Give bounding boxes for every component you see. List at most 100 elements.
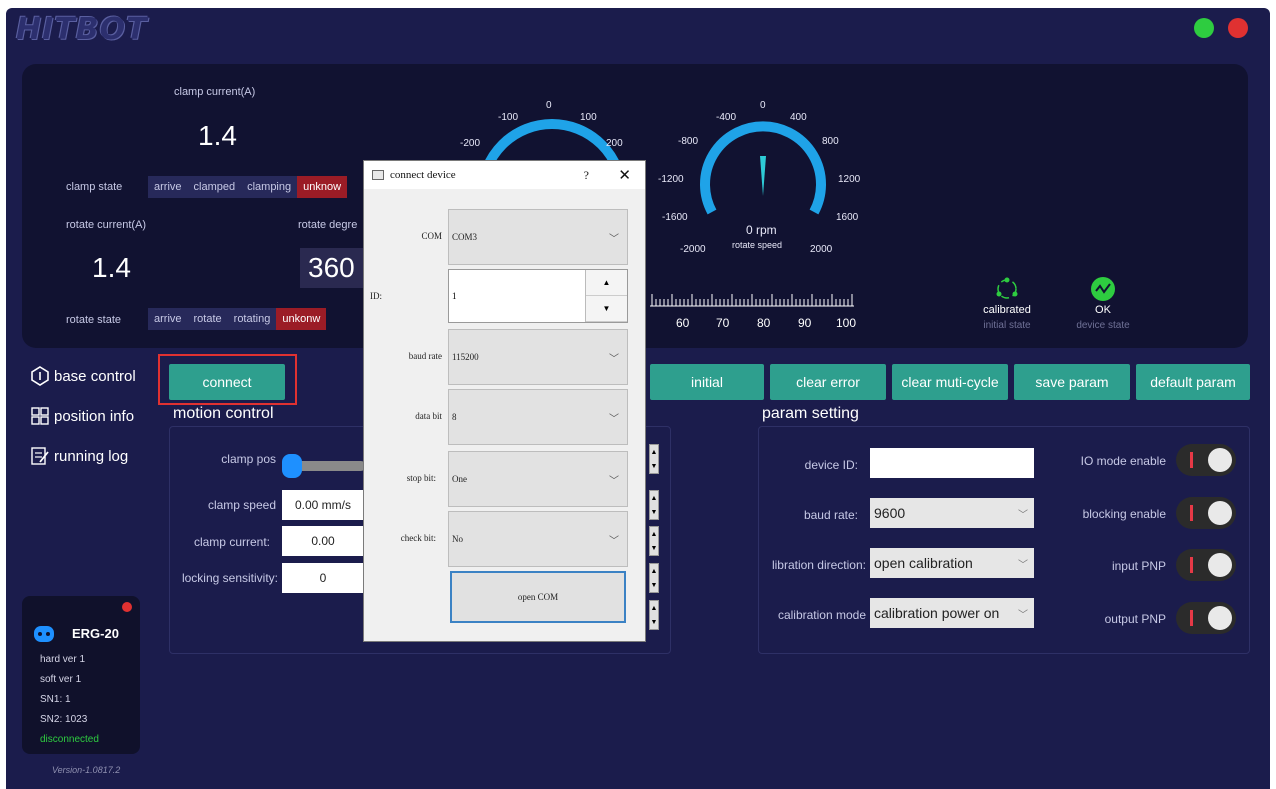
gauge2-tick-800: 800 (822, 136, 839, 147)
output-pnp-toggle[interactable] (1176, 602, 1236, 634)
calibration-mode-label: calibration mode (777, 608, 866, 622)
baud-rate-value: 9600 (874, 505, 906, 521)
default-param-button[interactable]: default param (1136, 364, 1250, 400)
check-bit-value: No (452, 534, 463, 544)
rotate-current-value: 1.4 (92, 252, 131, 283)
scale-tick-70: 70 (716, 316, 730, 330)
device-name: ERG-20 (72, 626, 119, 641)
baud-rate-select[interactable]: 9600 ﹀ (870, 498, 1034, 528)
clamp-speed-spinner[interactable]: ▲ ▼ (649, 490, 659, 520)
spin-down-icon[interactable]: ▼ (586, 296, 627, 322)
io-mode-label: IO mode enable (1080, 454, 1166, 468)
locking-sensitivity-spinner[interactable]: ▲ ▼ (649, 563, 659, 593)
io-mode-toggle[interactable] (1176, 444, 1236, 476)
device-id-label: device ID: (804, 458, 858, 472)
calibrated-icon (996, 277, 1018, 299)
clamp-current-spinner[interactable]: ▲ ▼ (649, 526, 659, 556)
gauge1-tick-neg100: -100 (498, 112, 518, 123)
rotate-speed-label: rotate speed (732, 240, 782, 250)
gauge2-tick-neg800: -800 (678, 136, 698, 147)
input-pnp-toggle[interactable] (1176, 549, 1236, 581)
window-icon (372, 170, 384, 180)
blocking-enable-label: blocking enable (1082, 507, 1166, 521)
gauge2-tick-neg2000: -2000 (680, 244, 706, 255)
rotate-state-arrive: arrive (148, 308, 188, 330)
spin-up-icon[interactable]: ▲ (586, 270, 627, 296)
chevron-down-icon: ﹀ (609, 535, 619, 547)
baud-rate-dialog-label: baud rate (408, 351, 442, 361)
base-control-icon (31, 366, 49, 386)
clear-error-button[interactable]: clear error (770, 364, 886, 400)
device-state-label: device state (1076, 320, 1130, 331)
clamp-current-label: clamp current(A) (174, 86, 256, 98)
position-info-icon (31, 407, 49, 425)
stop-bit-select[interactable]: One ﹀ (448, 451, 628, 507)
close-icon[interactable]: ✕ (618, 166, 631, 185)
clamp-pos-slider-knob[interactable] (282, 454, 302, 478)
clamp-state-clamping: clamping (241, 176, 298, 198)
save-param-button[interactable]: save param (1014, 364, 1130, 400)
clamp-speed-input[interactable]: 0.00 mm/s (282, 490, 364, 520)
open-com-button[interactable]: open COM (450, 571, 626, 623)
connect-button[interactable]: connect (169, 364, 285, 400)
id-spin-arrows[interactable]: ▲ ▼ (585, 270, 627, 322)
rotate-current-label: rotate current(A) (66, 219, 147, 231)
clamp-pos-label: clamp pos (221, 452, 276, 466)
help-icon[interactable]: ? (584, 168, 589, 183)
libration-direction-value: open calibration (874, 555, 973, 571)
chevron-down-icon: ﹀ (1018, 609, 1028, 621)
id-value: 1 (452, 291, 457, 301)
clear-muti-cycle-button[interactable]: clear muti-cycle (892, 364, 1008, 400)
id-spinbox[interactable]: 1 ▲ ▼ (448, 269, 628, 323)
locking-sensitivity-label: locking sensitivity: (181, 571, 278, 585)
locking-sensitivity-input[interactable]: 0 (282, 563, 364, 593)
clamp-pos-spinner[interactable]: ▲ ▼ (649, 444, 659, 474)
blocking-enable-toggle[interactable] (1176, 497, 1236, 529)
nav-running-log[interactable]: running log (30, 446, 128, 466)
device-info-card: ERG-20 hard ver 1 soft ver 1 SN1: 1 SN2:… (22, 596, 140, 754)
baud-rate-label: baud rate: (803, 508, 858, 522)
sn1: SN1: 1 (40, 694, 71, 705)
hard-ver: hard ver 1 (40, 654, 86, 665)
check-bit-select[interactable]: No ﹀ (448, 511, 628, 567)
rotate-degree-value: 360 (300, 248, 370, 288)
nav-position-info[interactable]: position info (30, 406, 134, 426)
check-bit-label: check bit: (400, 533, 436, 543)
device-ok-label: OK (1095, 304, 1111, 316)
scale-tick-100: 100 (836, 316, 857, 330)
gauge2-tick-400: 400 (790, 112, 807, 123)
dialog-title: connect device (390, 169, 456, 181)
nav-base-control[interactable]: base control (30, 366, 136, 386)
chevron-down-icon: ﹀ (609, 233, 619, 245)
extra-spinner[interactable]: ▲ ▼ (649, 600, 659, 630)
baud-rate-dialog-select[interactable]: 115200 ﹀ (448, 329, 628, 385)
connect-device-dialog: connect device ? ✕ COM COM3 ﹀ ID: 1 ▲ ▼ ba… (363, 160, 646, 642)
connection-status: disconnected (40, 734, 99, 745)
data-bit-select[interactable]: 8 ﹀ (448, 389, 628, 445)
clamp-state-badges: arrive clamped clamping unknow (148, 176, 348, 198)
calibration-mode-select[interactable]: calibration power on ﹀ (870, 598, 1034, 628)
gauge2-tick-1200: 1200 (838, 174, 861, 185)
clamp-current-input[interactable]: 0.00 (282, 526, 364, 556)
status-light-green (1194, 18, 1214, 38)
close-light-red[interactable] (1228, 18, 1248, 38)
gauge2-tick-2000: 2000 (810, 244, 833, 255)
calibration-mode-value: calibration power on (874, 605, 1000, 621)
rotate-state-label: rotate state (66, 314, 122, 326)
baud-rate-dialog-value: 115200 (452, 352, 479, 362)
nav-base-control-label: base control (54, 367, 136, 385)
rotate-state-unkonw: unkonw (276, 308, 327, 330)
soft-ver: soft ver 1 (40, 674, 82, 685)
clamp-current-value: 1.4 (198, 120, 237, 151)
data-bit-value: 8 (452, 412, 457, 422)
com-select[interactable]: COM3 ﹀ (448, 209, 628, 265)
sn2: SN2: 1023 (40, 714, 88, 725)
initial-button[interactable]: initial (650, 364, 764, 400)
robot-icon (34, 626, 54, 642)
device-id-input[interactable] (870, 448, 1034, 478)
com-value: COM3 (452, 232, 478, 242)
clamp-state-arrive: arrive (148, 176, 188, 198)
libration-direction-select[interactable]: open calibration ﹀ (870, 548, 1034, 578)
gauge2-tick-neg1600: -1600 (662, 212, 688, 223)
chevron-down-icon: ﹀ (1018, 509, 1028, 521)
